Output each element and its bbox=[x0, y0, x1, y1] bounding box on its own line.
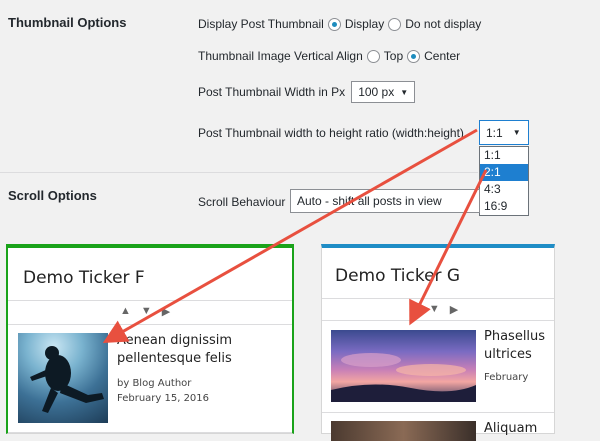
scroll-behaviour-select[interactable]: Auto - shift all posts in view bbox=[290, 189, 480, 213]
post-author: by Blog Author bbox=[117, 378, 192, 389]
post-date: February bbox=[484, 372, 529, 383]
ticker-f-controls: ▲ ▼ ▶ bbox=[120, 305, 170, 318]
ratio-option[interactable]: 16:9 bbox=[480, 198, 528, 215]
ticker-f-divider bbox=[8, 432, 292, 433]
ratio-select[interactable]: 1:1 ▼ bbox=[479, 120, 529, 145]
ratio-option[interactable]: 1:1 bbox=[480, 147, 528, 164]
ratio-value: 1:1 bbox=[486, 125, 503, 140]
align-center-label: Center bbox=[424, 49, 461, 63]
play-icon[interactable]: ▶ bbox=[162, 305, 170, 318]
post-title-line: Phasellus bbox=[484, 329, 546, 344]
post-title-line: ultrices bbox=[484, 347, 532, 362]
post-title-line: Aenean dignissim bbox=[117, 333, 233, 348]
sunset-image bbox=[331, 353, 476, 402]
ratio-dropdown: 1:1 2:1 4:3 16:9 bbox=[479, 146, 529, 216]
thumbnail-options-heading: Thumbnail Options bbox=[8, 15, 127, 30]
ticker-g-title: Demo Ticker G bbox=[335, 266, 461, 286]
thumbnail-width-value: 100 px bbox=[358, 85, 395, 99]
chevron-up-icon[interactable]: ▲ bbox=[120, 305, 131, 318]
thumbnail-width-label: Post Thumbnail Width in Px bbox=[198, 85, 346, 99]
display-option-label: Display bbox=[344, 17, 385, 31]
ticker-f-post-title[interactable]: Aenean dignissim pellentesque felis bbox=[117, 332, 232, 368]
display-thumbnail-label: Display Post Thumbnail bbox=[198, 17, 324, 31]
ticker-g-divider bbox=[322, 412, 554, 413]
ticker-f-post-meta: by Blog Author February 15, 2016 bbox=[117, 376, 209, 406]
thumbnail-width-row: Post Thumbnail Width in Px 100 px ▼ bbox=[198, 81, 416, 103]
vertical-align-row: Thumbnail Image Vertical Align Top Cente… bbox=[198, 49, 460, 63]
align-top-label: Top bbox=[383, 49, 404, 63]
ticker-f-divider bbox=[8, 300, 292, 301]
ticker-g-post-title-2[interactable]: Aliquam bbox=[484, 420, 537, 438]
do-not-display-radio[interactable] bbox=[388, 17, 402, 31]
ticker-f-widget: Demo Ticker F ▲ ▼ ▶ Aenean dignissim pel… bbox=[6, 244, 294, 434]
ticker-f-divider bbox=[8, 324, 292, 325]
ticker-g-controls: ▲ ▼ ▶ bbox=[408, 303, 458, 316]
align-top-radio[interactable] bbox=[366, 49, 380, 63]
post-title-line: pellentesque felis bbox=[117, 351, 232, 366]
chevron-down-icon[interactable]: ▼ bbox=[141, 305, 152, 318]
display-radio[interactable] bbox=[327, 17, 341, 31]
play-icon[interactable]: ▶ bbox=[450, 303, 458, 316]
chevron-up-icon[interactable]: ▲ bbox=[408, 303, 419, 316]
thumbnail-width-select[interactable]: 100 px ▼ bbox=[351, 81, 416, 103]
ratio-option-selected[interactable]: 2:1 bbox=[480, 164, 528, 181]
scroll-behaviour-value: Auto - shift all posts in view bbox=[297, 194, 442, 208]
section-divider bbox=[0, 172, 478, 173]
ticker-g-divider bbox=[322, 298, 554, 299]
ratio-option[interactable]: 4:3 bbox=[480, 181, 528, 198]
chevron-down-icon: ▼ bbox=[400, 87, 409, 97]
ratio-label: Post Thumbnail width to height ratio (wi… bbox=[198, 126, 464, 140]
align-center-radio[interactable] bbox=[407, 49, 421, 63]
swimmer-image bbox=[30, 346, 104, 413]
chevron-down-icon[interactable]: ▼ bbox=[429, 303, 440, 316]
display-thumbnail-row: Display Post Thumbnail Display Do not di… bbox=[198, 17, 481, 31]
post-date: February 15, 2016 bbox=[117, 393, 210, 404]
chevron-down-icon: ▼ bbox=[512, 128, 521, 137]
ticker-g-divider bbox=[322, 320, 554, 321]
scroll-options-heading: Scroll Options bbox=[8, 188, 97, 203]
ticker-f-title: Demo Ticker F bbox=[23, 268, 145, 288]
ticker-g-post-title[interactable]: Phasellus ultrices bbox=[484, 328, 545, 364]
vertical-align-label: Thumbnail Image Vertical Align bbox=[198, 49, 363, 63]
ticker-g-widget: Demo Ticker G ▲ ▼ ▶ Phasellus ultrices F… bbox=[321, 244, 555, 441]
do-not-display-label: Do not display bbox=[405, 17, 482, 31]
scroll-behaviour-label: Scroll Behaviour bbox=[198, 195, 286, 209]
ticker-g-thumbnail[interactable] bbox=[331, 330, 476, 402]
ticker-g-thumbnail-2[interactable] bbox=[331, 421, 476, 441]
ticker-f-thumbnail[interactable] bbox=[18, 333, 108, 423]
